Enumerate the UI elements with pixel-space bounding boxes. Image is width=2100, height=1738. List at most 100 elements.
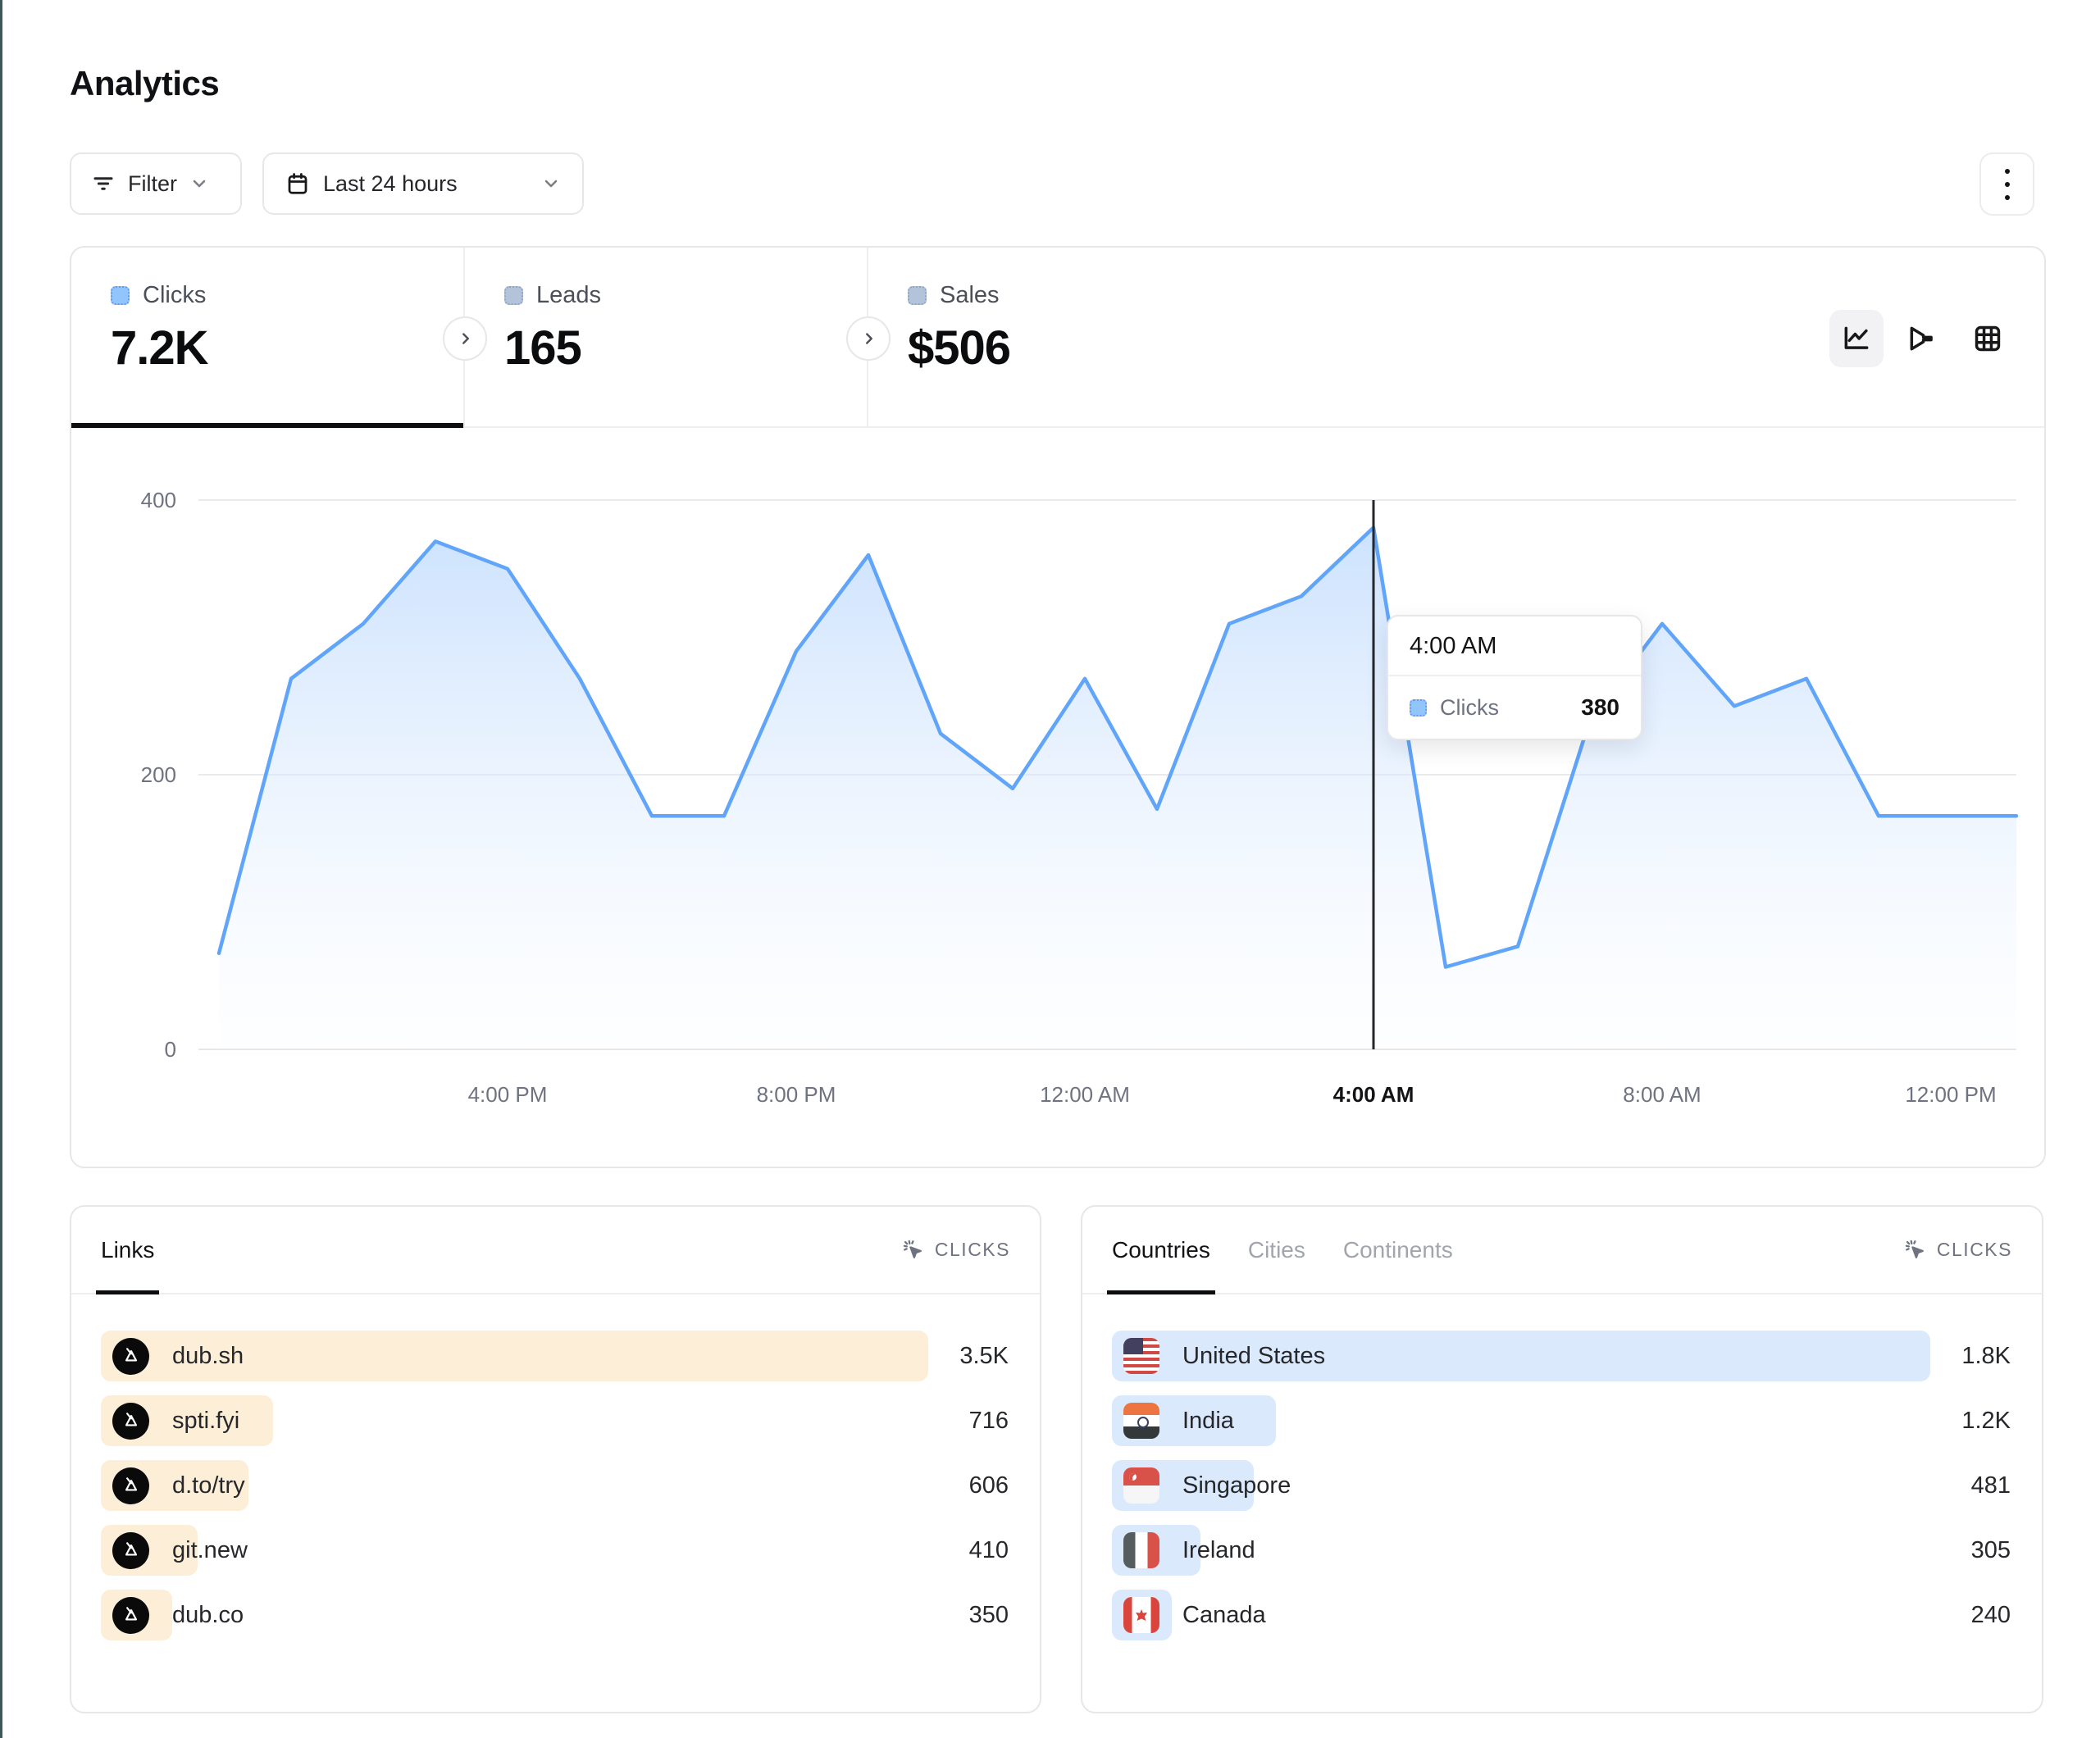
link-row-label: dub.sh xyxy=(172,1343,244,1370)
x-axis-label: 4:00 PM xyxy=(468,1082,548,1107)
analytics-page: Analytics Filter Last 24 hours Clicks 7.2… xyxy=(0,0,2100,1738)
country-row[interactable]: United States 1.8K xyxy=(1112,1331,2012,1381)
stat-expand-chevron-2[interactable] xyxy=(846,316,891,361)
tooltip-time: 4:00 AM xyxy=(1388,616,1641,675)
link-row[interactable]: spti.fyi716 xyxy=(101,1395,1010,1446)
y-axis-label: 200 xyxy=(141,762,176,787)
tooltip-metric-row: Clicks 380 xyxy=(1388,676,1641,739)
y-axis-label: 400 xyxy=(141,488,176,512)
chevron-right-icon xyxy=(860,330,878,348)
tab-continents[interactable]: Continents xyxy=(1343,1207,1453,1293)
stat-label: Leads xyxy=(536,282,601,309)
link-row-label: git.new xyxy=(172,1537,248,1564)
stat-cards: Clicks7.2KLeads165Sales$506 xyxy=(71,248,2044,428)
country-row[interactable]: India1.2K xyxy=(1112,1395,2012,1446)
links-panel: Links CLICKS dub.sh 3.5K spti.fyi716 d.to/t… xyxy=(70,1205,1041,1713)
date-range-button[interactable]: Last 24 hours xyxy=(262,152,584,215)
funnel-icon xyxy=(1906,323,1938,354)
table-icon xyxy=(1972,323,2003,354)
country-row-label: United States xyxy=(1182,1343,1325,1370)
link-row-value: 410 xyxy=(969,1537,1010,1564)
ie-flag-icon xyxy=(1123,1532,1159,1568)
country-row[interactable]: Canada 240 xyxy=(1112,1590,2012,1640)
sales-legend-icon xyxy=(908,286,927,305)
chevron-right-icon xyxy=(457,330,475,348)
link-row-value: 3.5K xyxy=(959,1343,1010,1370)
countries-metric-sort-button[interactable]: CLICKS xyxy=(1904,1239,2012,1262)
link-row-label: dub.co xyxy=(172,1602,244,1629)
more-options-button[interactable] xyxy=(1979,152,2034,216)
link-row[interactable]: git.new 410 xyxy=(101,1525,1010,1576)
calendar-icon xyxy=(285,171,310,196)
links-metric-sort-button[interactable]: CLICKS xyxy=(902,1239,1010,1262)
stat-value: 7.2K xyxy=(111,321,463,375)
link-row-value: 350 xyxy=(969,1602,1010,1629)
country-row[interactable]: Ireland 305 xyxy=(1112,1525,2012,1576)
dub-logo-icon xyxy=(112,1532,149,1569)
country-row-value: 1.2K xyxy=(1961,1408,2012,1435)
sg-flag-icon xyxy=(1123,1467,1159,1504)
x-axis-label: 8:00 PM xyxy=(757,1082,836,1107)
link-row[interactable]: dub.co 350 xyxy=(101,1590,1010,1640)
view-toggle-line-chart[interactable] xyxy=(1829,310,1884,367)
filter-button[interactable]: Filter xyxy=(70,152,242,215)
filter-icon xyxy=(91,171,116,196)
ca-flag-icon xyxy=(1123,1597,1159,1633)
country-row[interactable]: Singapore 481 xyxy=(1112,1460,2012,1511)
dub-logo-icon xyxy=(112,1597,149,1634)
y-axis-label: 0 xyxy=(165,1037,176,1062)
stat-expand-chevron-1[interactable] xyxy=(443,316,487,361)
tab-links[interactable]: Links xyxy=(101,1207,154,1293)
country-row-value: 305 xyxy=(1971,1537,2012,1564)
chevron-down-icon xyxy=(541,174,561,193)
tab-countries[interactable]: Countries xyxy=(1112,1207,1210,1293)
us-flag-icon xyxy=(1123,1338,1159,1374)
analytics-card: Clicks7.2KLeads165Sales$506 xyxy=(70,246,2046,1168)
view-toggle-table[interactable] xyxy=(1961,310,2015,367)
country-row-label: Singapore xyxy=(1182,1472,1291,1499)
country-row-label: Ireland xyxy=(1182,1537,1255,1564)
stat-card-clicks[interactable]: Clicks 7.2K xyxy=(71,248,465,426)
cursor-click-icon xyxy=(1904,1239,1927,1262)
kebab-menu-icon xyxy=(2005,169,2010,200)
in-flag-icon xyxy=(1123,1403,1159,1439)
countries-panel-header: Countries Cities Continents CLICKS xyxy=(1082,1207,2042,1294)
link-row[interactable]: dub.sh 3.5K xyxy=(101,1331,1010,1381)
cursor-click-icon xyxy=(902,1239,925,1262)
tooltip-metric-value: 380 xyxy=(1581,694,1619,721)
link-row-value: 716 xyxy=(969,1408,1010,1435)
country-row-label: Canada xyxy=(1182,1602,1266,1629)
leads-legend-icon xyxy=(504,286,523,305)
stat-card-leads[interactable]: Leads165 xyxy=(465,248,868,426)
country-row-value: 481 xyxy=(1971,1472,2012,1499)
chart-view-toggle-group xyxy=(1829,310,2015,367)
tooltip-metric-label: Clicks xyxy=(1440,695,1499,721)
x-axis-label: 8:00 AM xyxy=(1623,1082,1701,1107)
dub-logo-icon xyxy=(112,1338,149,1375)
window-edge-strip xyxy=(0,0,2,1738)
link-row-value: 606 xyxy=(969,1472,1010,1499)
dub-logo-icon xyxy=(112,1403,149,1440)
clicks-legend-icon xyxy=(1410,699,1427,717)
x-axis-label: 12:00 AM xyxy=(1040,1082,1130,1107)
x-axis-label: 12:00 PM xyxy=(1905,1082,1996,1107)
links-list: dub.sh 3.5K spti.fyi716 d.to/try 606 git.new 4… xyxy=(71,1294,1040,1640)
view-toggle-funnel[interactable] xyxy=(1895,310,1949,367)
links-metric-label: CLICKS xyxy=(935,1239,1010,1261)
x-axis-label: 4:00 AM xyxy=(1333,1082,1414,1107)
filter-label: Filter xyxy=(128,171,177,197)
clicks-area-fill xyxy=(219,528,2016,1050)
page-title: Analytics xyxy=(70,64,219,103)
country-row-value: 1.8K xyxy=(1961,1343,2012,1370)
link-row[interactable]: d.to/try 606 xyxy=(101,1460,1010,1511)
countries-list: United States 1.8K India1.2K Singapore 481 Ir… xyxy=(1082,1294,2042,1640)
stat-label: Clicks xyxy=(143,282,206,309)
tab-cities[interactable]: Cities xyxy=(1248,1207,1305,1293)
countries-panel: Countries Cities Continents CLICKS United … xyxy=(1081,1205,2043,1713)
line-chart-icon xyxy=(1841,323,1872,354)
link-row-label: d.to/try xyxy=(172,1472,245,1499)
chart-region: 0 200 400 4:00 PM 8:00 PM 12:00 AM 4:00 AM 8:00… xyxy=(71,428,2044,1167)
country-row-value: 240 xyxy=(1971,1602,2012,1629)
clicks-chart[interactable]: 0 200 400 4:00 PM 8:00 PM 12:00 AM 4:00 AM 8:00… xyxy=(71,428,2044,1168)
links-panel-header: Links CLICKS xyxy=(71,1207,1040,1294)
